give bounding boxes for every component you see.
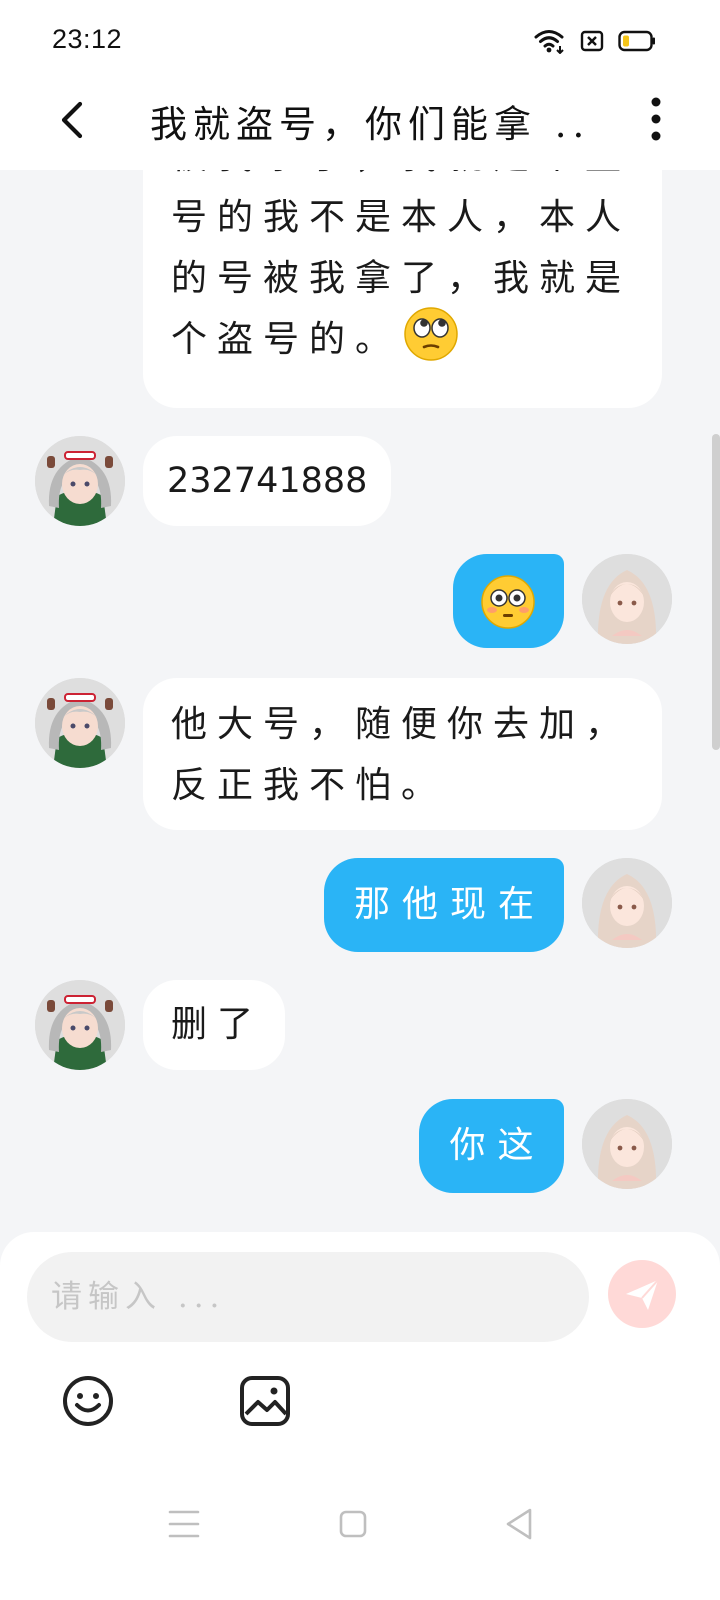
rolling-eyes-emoji	[404, 307, 458, 361]
message-text: 删了	[171, 1004, 264, 1045]
message-bubble-incoming[interactable]: 232741888	[143, 436, 392, 526]
my-avatar[interactable]	[582, 554, 672, 644]
back-arrow-icon[interactable]	[52, 96, 100, 144]
chat-title: 我就盗号，你们能拿 ...	[150, 103, 590, 146]
message-bubble-outgoing[interactable]	[453, 554, 564, 648]
home-square-icon[interactable]	[333, 1504, 373, 1544]
message-list[interactable]: 被我拿了，我就是个盗 号的我不是本人，本人 的号被我拿了，我就是 个盗号的。	[0, 170, 720, 1232]
avatar-illustration	[582, 1099, 672, 1189]
chat-header: 我就盗号，你们能拿 ...	[0, 84, 720, 170]
status-icons	[534, 28, 656, 54]
image-icon[interactable]	[238, 1374, 292, 1428]
message-text-line: 的号被我拿了，我就是	[171, 258, 632, 299]
message-text-line: 反正我不怕。	[171, 765, 448, 806]
avatar-illustration	[35, 678, 125, 768]
wifi-icon	[534, 30, 564, 54]
avatar-illustration	[35, 436, 125, 526]
contact-avatar[interactable]	[35, 980, 125, 1070]
avatar-illustration	[582, 554, 672, 644]
emoji-smile-icon[interactable]	[61, 1374, 115, 1428]
message-text: 那他现在	[353, 884, 546, 925]
message-bubble-incoming[interactable]: 删了	[143, 980, 285, 1070]
contact-avatar[interactable]	[35, 678, 125, 768]
status-time: 23:12	[52, 24, 123, 54]
back-triangle-icon[interactable]	[500, 1504, 540, 1544]
battery-icon	[618, 30, 655, 52]
message-text-line: 被我拿了，我就是个盗	[171, 170, 631, 187]
message-text-line: 号的我不是本人，本人	[171, 197, 632, 238]
avatar-illustration	[35, 980, 125, 1070]
message-bubble-outgoing[interactable]: 那他现在	[324, 858, 564, 952]
scrollbar[interactable]	[712, 434, 720, 750]
avatar-illustration	[582, 858, 672, 948]
message-text-line: 个盗号的。	[171, 319, 402, 360]
contact-avatar[interactable]	[35, 436, 125, 526]
my-avatar[interactable]	[582, 858, 672, 948]
menu-icon[interactable]	[164, 1504, 204, 1544]
system-nav-bar	[0, 1480, 720, 1600]
message-text-line: 他大号，随便你去加，	[171, 704, 632, 745]
message-bubble-incoming[interactable]: 被我拿了，我就是个盗 号的我不是本人，本人 的号被我拿了，我就是 个盗号的。	[143, 170, 662, 408]
message-text: 232741888	[167, 461, 368, 501]
flushed-face-emoji	[481, 575, 535, 629]
sim-card-icon	[580, 30, 604, 52]
more-vert-icon[interactable]	[636, 94, 676, 144]
send-button[interactable]	[608, 1260, 676, 1328]
send-icon	[626, 1279, 659, 1310]
my-avatar[interactable]	[582, 1099, 672, 1189]
message-bubble-incoming[interactable]: 他大号，随便你去加， 反正我不怕。	[143, 678, 662, 830]
message-input[interactable]	[27, 1252, 589, 1342]
message-bubble-outgoing[interactable]: 你这	[419, 1099, 564, 1193]
status-bar: 23:12	[0, 0, 720, 84]
message-text: 你这	[449, 1125, 546, 1166]
